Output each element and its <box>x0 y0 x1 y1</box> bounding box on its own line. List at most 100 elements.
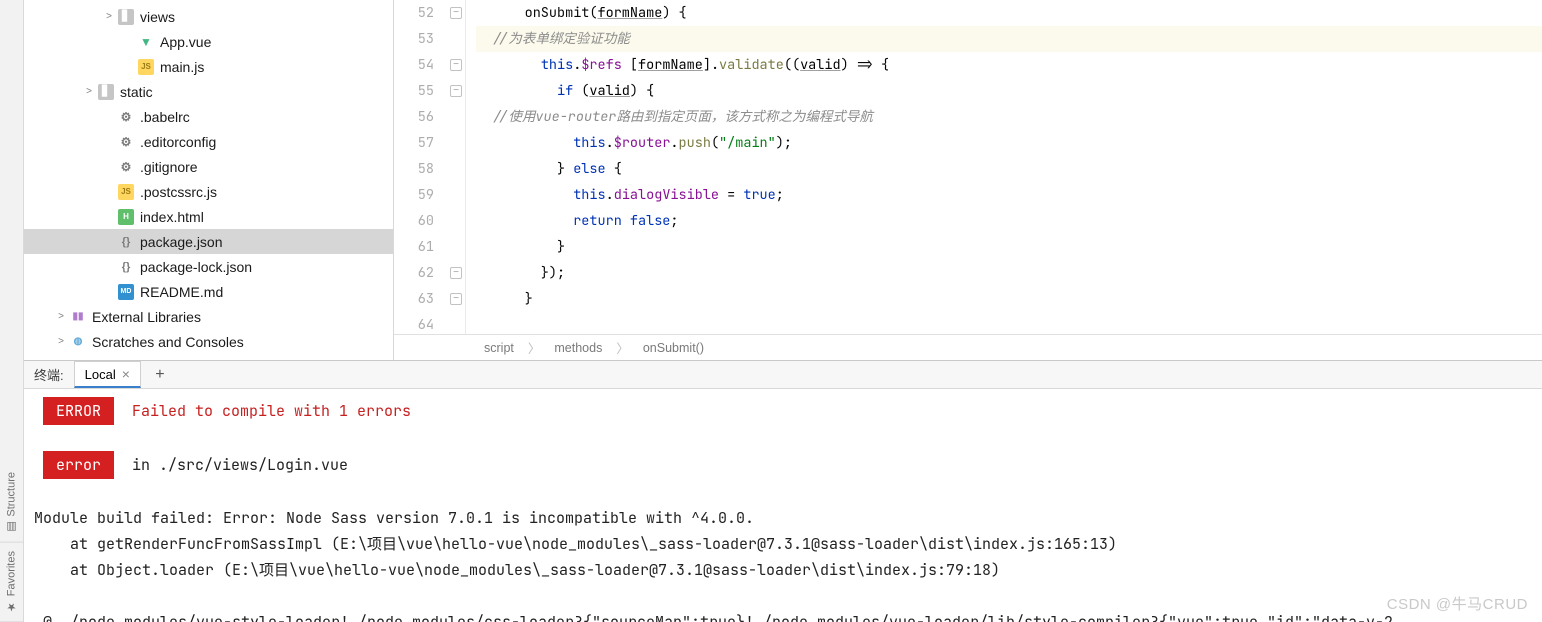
line-number: 56 <box>394 104 434 130</box>
tree-item[interactable]: >◍Scratches and Consoles <box>24 329 393 354</box>
editor-code[interactable]: onSubmit(formName) { //为表单绑定验证功能 this.$r… <box>466 0 1542 334</box>
terminal-tab-label: Local <box>85 367 116 382</box>
code-line[interactable] <box>476 312 1542 334</box>
project-tree[interactable]: >▋views▼App.vueJSmain.js>▋static⚙.babelr… <box>24 0 394 360</box>
cfg-icon: ⚙ <box>118 109 134 125</box>
terminal-add-tab[interactable]: + <box>147 362 173 388</box>
chevron-icon[interactable]: > <box>82 85 96 99</box>
tree-item[interactable]: JS .postcssrc.js <box>24 179 393 204</box>
code-editor[interactable]: 52535455565758596061626364 − − − − − onSubmi… <box>394 0 1542 360</box>
tree-item[interactable]: {}package-lock.json <box>24 254 393 279</box>
code-line[interactable]: }); <box>476 260 1542 286</box>
terminal-line: at Object.loader (E:\项目\vue\hello-vue\no… <box>34 557 1532 583</box>
tree-item-label: .babelrc <box>140 109 190 125</box>
chevron-right-icon: 〉 <box>616 338 629 357</box>
terminal-line <box>34 425 1532 451</box>
code-line[interactable]: this.$refs [formName].validate((valid) =… <box>476 52 1542 78</box>
code-line[interactable]: onSubmit(formName) { <box>476 0 1542 26</box>
tree-item[interactable]: Hindex.html <box>24 204 393 229</box>
terminal-panel[interactable]: 终端: Local × + ERROR Failed to compile wi… <box>24 360 1542 622</box>
tree-item[interactable]: ⚙.gitignore <box>24 154 393 179</box>
tree-item-label: README.md <box>140 284 223 300</box>
code-line[interactable]: } <box>476 234 1542 260</box>
breadcrumb-item[interactable]: onSubmit() <box>643 341 704 355</box>
toolwindow-structure[interactable]: ▥ Structure <box>0 464 23 543</box>
chevron-icon <box>102 160 116 174</box>
tree-item[interactable]: ⚙ .babelrc <box>24 104 393 129</box>
line-number: 53 <box>394 26 434 52</box>
code-line[interactable]: //使用vue-router路由到指定页面，该方式称之为编程式导航 <box>476 104 1542 130</box>
chevron-icon <box>122 35 136 49</box>
terminal-line <box>34 583 1532 609</box>
chevron-icon <box>102 185 116 199</box>
js-icon: JS <box>138 59 154 75</box>
chevron-icon[interactable]: > <box>54 335 68 349</box>
tree-item[interactable]: {}package.json <box>24 229 393 254</box>
terminal-title: 终端: <box>34 365 64 384</box>
tree-item-label: index.html <box>140 209 204 225</box>
tree-item[interactable]: >▋static <box>24 79 393 104</box>
folder-icon: ▋ <box>118 9 134 25</box>
terminal-line: error in ./src/views/Login.vue <box>34 451 1532 479</box>
line-number: 58 <box>394 156 434 182</box>
line-number: 59 <box>394 182 434 208</box>
tree-item[interactable]: >▮▮External Libraries <box>24 304 393 329</box>
tree-item[interactable]: ⚙.editorconfig <box>24 129 393 154</box>
line-number: 54 <box>394 52 434 78</box>
tree-item[interactable]: ▼App.vue <box>24 29 393 54</box>
favorites-label: Favorites <box>6 551 18 596</box>
fold-icon[interactable]: − <box>450 7 462 19</box>
code-line[interactable]: //为表单绑定验证功能 <box>476 26 1542 52</box>
md-icon: MD <box>118 284 134 300</box>
line-number: 55 <box>394 78 434 104</box>
tree-item-label: package.json <box>140 234 223 250</box>
fold-icon[interactable]: − <box>450 267 462 279</box>
chevron-icon[interactable]: > <box>102 10 116 24</box>
terminal-line: Module build failed: Error: Node Sass ve… <box>34 505 1532 531</box>
close-icon[interactable]: × <box>122 366 130 382</box>
structure-icon: ▥ <box>5 521 18 534</box>
editor-gutter: 52535455565758596061626364 <box>394 0 446 334</box>
tree-item[interactable]: JS main.js <box>24 54 393 79</box>
line-number: 61 <box>394 234 434 260</box>
terminal-tab-local[interactable]: Local × <box>74 361 141 388</box>
json-icon: {} <box>118 259 134 275</box>
line-number: 60 <box>394 208 434 234</box>
code-line[interactable]: } else { <box>476 156 1542 182</box>
html-icon: H <box>118 209 134 225</box>
toolwindow-favorites[interactable]: ★ Favorites <box>0 543 23 622</box>
fold-icon[interactable]: − <box>450 85 462 97</box>
fold-icon[interactable]: − <box>450 59 462 71</box>
code-line[interactable]: return false; <box>476 208 1542 234</box>
js-icon: JS <box>118 184 134 200</box>
line-number: 57 <box>394 130 434 156</box>
chevron-icon <box>102 235 116 249</box>
tree-item-label: main.js <box>160 59 204 75</box>
tree-item-label: App.vue <box>160 34 211 50</box>
line-number: 52 <box>394 0 434 26</box>
code-line[interactable]: if (valid) { <box>476 78 1542 104</box>
code-line[interactable]: this.$router.push("/main"); <box>476 130 1542 156</box>
chevron-icon <box>102 210 116 224</box>
code-line[interactable]: this.dialogVisible = true; <box>476 182 1542 208</box>
breadcrumb-item[interactable]: methods <box>554 341 602 355</box>
line-number: 64 <box>394 312 434 334</box>
chevron-icon <box>122 60 136 74</box>
terminal-line: at getRenderFuncFromSassImpl (E:\项目\vue\… <box>34 531 1532 557</box>
terminal-tabstrip: 终端: Local × + <box>24 361 1542 389</box>
code-line[interactable]: } <box>476 286 1542 312</box>
tree-item-label: External Libraries <box>92 309 201 325</box>
tree-item-label: views <box>140 9 175 25</box>
terminal-output[interactable]: ERROR Failed to compile with 1 errors er… <box>24 389 1542 622</box>
tree-item[interactable]: >▋ views <box>24 4 393 29</box>
breadcrumb-item[interactable]: script <box>484 341 514 355</box>
tree-item-label: .gitignore <box>140 159 198 175</box>
tree-item-label: .postcssrc.js <box>140 184 217 200</box>
editor-breadcrumb[interactable]: script〉methods〉onSubmit() <box>394 334 1542 360</box>
chevron-icon[interactable]: > <box>54 310 68 324</box>
structure-label: Structure <box>6 472 18 517</box>
tree-item[interactable]: MD README.md <box>24 279 393 304</box>
fold-icon[interactable]: − <box>450 293 462 305</box>
editor-fold-gutter[interactable]: − − − − − <box>446 0 466 334</box>
chevron-icon <box>102 110 116 124</box>
